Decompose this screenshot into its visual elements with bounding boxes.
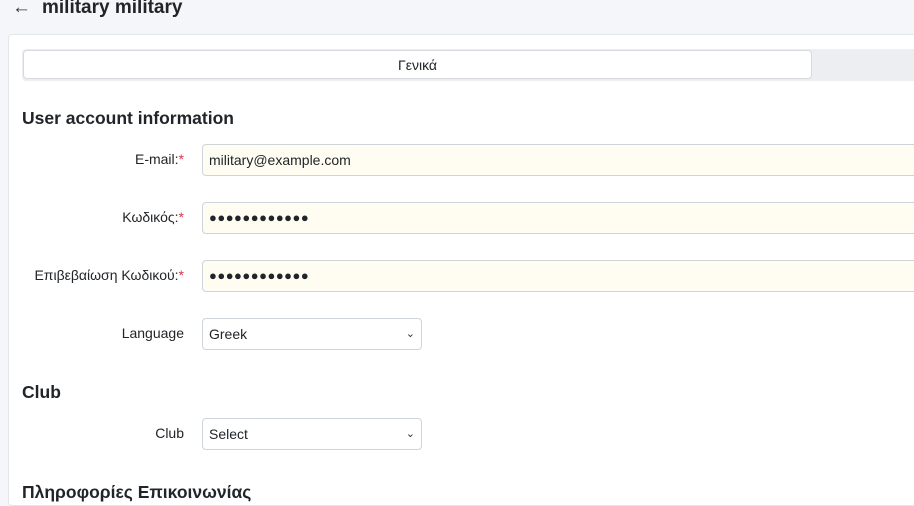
tab-general[interactable]: Γενικά xyxy=(23,50,812,79)
club-label: Club xyxy=(155,425,184,441)
required-marker: * xyxy=(178,151,184,167)
chevron-down-icon: ⌄ xyxy=(405,328,415,340)
password-label: Κωδικός:* xyxy=(122,207,184,227)
required-marker: * xyxy=(178,267,184,283)
page-header: ← military military xyxy=(0,0,914,30)
section-title-account: User account information xyxy=(22,108,234,128)
tab-bar: Γενικά xyxy=(22,49,914,81)
page-title: military military xyxy=(42,0,183,18)
language-select-value: Greek xyxy=(209,326,248,342)
language-select[interactable]: Greek ⌄ xyxy=(202,318,422,350)
club-select[interactable]: Select ⌄ xyxy=(202,418,422,450)
password-label-text: Κωδικός: xyxy=(122,209,179,225)
password-confirm-label: Επιβεβαίωση Κωδικού:* xyxy=(34,265,184,285)
required-marker: * xyxy=(178,209,184,225)
password-confirm-label-text: Επιβεβαίωση Κωδικού: xyxy=(34,267,179,283)
email-label-text: E-mail: xyxy=(134,151,179,167)
back-arrow-icon[interactable]: ← xyxy=(12,0,31,19)
club-select-value: Select xyxy=(209,426,248,442)
section-title-club: Club xyxy=(22,382,61,402)
language-label: Language xyxy=(121,325,184,341)
section-title-contact: Πληροφορίες Επικοινωνίας xyxy=(22,482,252,502)
password-confirm-field[interactable]: ●●●●●●●●●●●● xyxy=(202,260,914,292)
password-field[interactable]: ●●●●●●●●●●●● xyxy=(202,202,914,234)
form-card: Γενικά User account information E-mail:*… xyxy=(8,34,914,506)
chevron-down-icon: ⌄ xyxy=(405,428,415,440)
email-field[interactable]: military@example.com xyxy=(202,144,914,176)
email-label: E-mail:* xyxy=(135,149,184,169)
